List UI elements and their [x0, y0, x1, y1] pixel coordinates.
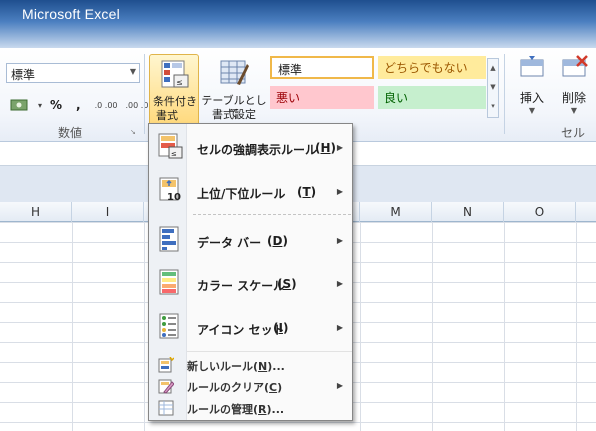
format-as-table-icon	[220, 60, 249, 85]
menu-item-label: データ バー	[197, 236, 262, 250]
grid-line	[144, 222, 145, 431]
chevron-right-icon: ▶	[336, 381, 343, 390]
group-separator	[504, 54, 505, 134]
menu-item-label: 新しいルール(N)...	[187, 360, 285, 373]
chevron-down-icon: ▼	[129, 67, 136, 76]
styles-gallery-scroll[interactable]: ▲ ▼ ▾	[487, 58, 499, 118]
menu-separator	[193, 214, 351, 215]
svg-text:≤: ≤	[171, 150, 177, 158]
menu-item-label: セルの強調表示ルール	[197, 143, 318, 157]
style-normal[interactable]: 標準	[270, 56, 374, 79]
insert-cells-button[interactable]: 挿入 ▼	[512, 54, 552, 120]
menu-item-accelerator: (I)	[273, 321, 289, 335]
column-header-m[interactable]: M	[360, 202, 432, 222]
dialog-launcher-icon[interactable]: ↘	[130, 128, 136, 136]
chevron-down-icon: ▼	[528, 106, 536, 115]
currency-dropdown-icon[interactable]: ▾	[38, 101, 42, 110]
cells-group-label: セル	[560, 126, 585, 140]
style-bad[interactable]: 悪い	[270, 86, 374, 109]
chevron-right-icon: ▶	[336, 279, 343, 288]
style-good[interactable]: 良い	[378, 86, 486, 109]
delete-label: 削除	[561, 91, 586, 105]
chevron-right-icon: ▶	[336, 187, 343, 196]
menu-item-accelerator: (H)	[315, 141, 337, 155]
column-header-h[interactable]: H	[0, 202, 72, 222]
menu-item-highlight-cells-rules[interactable]: ≤ セルの強調表示ルール (H) ▶	[149, 130, 352, 164]
top-bottom-rules-icon: 10	[159, 177, 181, 202]
cell-styles-gallery: 標準 どちらでもない 悪い 良い	[270, 56, 488, 118]
chevron-right-icon: ▶	[336, 323, 343, 332]
menu-item-label: ルールの管理(R)...	[187, 403, 285, 416]
number-format-value: 標準	[11, 68, 36, 82]
conditional-formatting-button[interactable]: ≤ 条件付き 書式	[149, 54, 199, 128]
group-separator	[144, 54, 145, 134]
comma-button[interactable]: ,	[76, 98, 81, 112]
style-neutral[interactable]: どちらでもない	[378, 56, 486, 79]
number-format-combo[interactable]: 標準 ▼	[6, 63, 140, 83]
color-scales-icon	[159, 269, 179, 295]
menu-item-data-bars[interactable]: データ バー (D) ▶	[149, 223, 352, 257]
new-rule-icon	[158, 357, 174, 373]
menu-item-manage-rules[interactable]: ルールの管理(R)...	[149, 398, 352, 418]
number-format-buttons: ▾ % , .0 .00 .00 .0	[8, 94, 148, 116]
svg-text:≤: ≤	[176, 78, 183, 87]
delete-cells-icon	[562, 55, 588, 77]
manage-rules-icon	[158, 400, 174, 416]
increase-decimal-button[interactable]: .0 .00	[95, 101, 118, 110]
title-bar: Microsoft Excel	[0, 0, 596, 48]
conditional-formatting-menu: ≤ セルの強調表示ルール (H) ▶ 10 上位/下位ルール (T) ▶ データ…	[148, 123, 353, 421]
data-bars-icon	[159, 226, 179, 252]
menu-item-label: 上位/下位ルール	[197, 187, 286, 201]
column-header-n[interactable]: N	[432, 202, 504, 222]
chevron-down-icon: ▼	[570, 106, 578, 115]
highlight-rules-icon: ≤	[158, 133, 183, 159]
chevron-right-icon: ▶	[336, 143, 343, 152]
menu-item-top-bottom-rules[interactable]: 10 上位/下位ルール (T) ▶	[149, 174, 352, 208]
percent-button[interactable]: %	[50, 98, 62, 112]
grid-line	[360, 222, 361, 431]
conditional-formatting-icon: ≤	[161, 60, 189, 88]
menu-item-label: カラー スケール	[197, 279, 286, 293]
menu-item-label: アイコン セット	[197, 323, 285, 337]
window-title: Microsoft Excel	[22, 6, 120, 22]
menu-item-icon-sets[interactable]: アイコン セット (I) ▶	[149, 310, 352, 344]
grid-line	[432, 222, 433, 431]
grid-line	[576, 222, 577, 431]
insert-cells-icon	[520, 56, 544, 77]
conditional-formatting-label-1: 条件付き	[153, 95, 197, 108]
svg-text:10: 10	[167, 192, 181, 202]
menu-item-accelerator: (S)	[277, 277, 297, 291]
insert-label: 挿入	[519, 91, 544, 105]
clear-rules-icon	[158, 379, 174, 394]
icon-sets-icon	[159, 313, 179, 339]
column-header-o[interactable]: O	[504, 202, 576, 222]
currency-icon	[10, 99, 28, 111]
grid-line	[72, 222, 73, 431]
menu-separator	[187, 351, 352, 352]
accounting-format-button[interactable]	[8, 96, 30, 114]
column-header-i[interactable]: I	[72, 202, 144, 222]
menu-item-clear-rules[interactable]: ルールのクリア(C) ▶	[149, 376, 352, 396]
menu-item-label: ルールのクリア(C)	[187, 381, 283, 394]
delete-cells-button[interactable]: 削除 ▼	[554, 54, 594, 120]
grid-line	[504, 222, 505, 431]
format-as-table-label-2: 書式設定	[212, 108, 256, 121]
menu-item-accelerator: (T)	[297, 185, 317, 199]
format-as-table-button[interactable]: テーブルとして 書式設定	[201, 54, 267, 128]
chevron-right-icon: ▶	[336, 236, 343, 245]
conditional-formatting-label-2: 書式	[156, 109, 178, 122]
menu-item-new-rule[interactable]: 新しいルール(N)...	[149, 355, 352, 375]
number-group-label: 数値	[57, 126, 82, 140]
menu-item-color-scales[interactable]: カラー スケール (S) ▶	[149, 266, 352, 300]
menu-item-accelerator: (D)	[267, 234, 288, 248]
